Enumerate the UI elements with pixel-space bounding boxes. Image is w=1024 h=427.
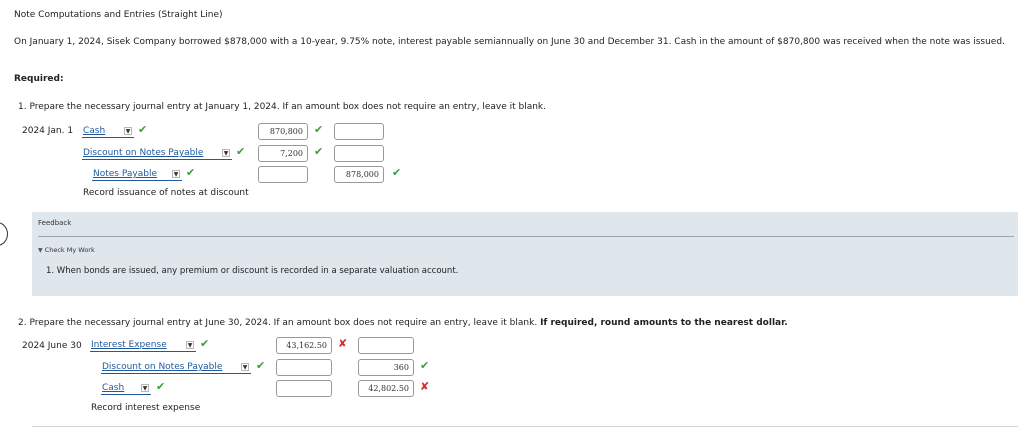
check-icon: ✔ [392, 166, 402, 179]
page-title: Note Computations and Entries (Straight … [14, 10, 223, 20]
q2-credit-3[interactable]: 42,802.50 [358, 380, 414, 397]
required-heading: Required: [14, 74, 64, 84]
feedback-divider [38, 236, 1014, 237]
q2-credit-2[interactable]: 360 [358, 359, 414, 376]
check-icon: ✔ [200, 337, 210, 350]
q1-date: 2024 Jan. 1 [22, 126, 74, 136]
check-icon: ✔ [236, 145, 246, 158]
check-icon: ✔ [314, 123, 324, 136]
q2-debit-3[interactable] [276, 380, 332, 397]
q2-account-select-3[interactable]: Cash ▼ [101, 382, 151, 395]
x-icon: ✘ [420, 380, 430, 393]
feedback-message: 1. When bonds are issued, any premium or… [46, 266, 459, 276]
q1-credit-3[interactable]: 878,000 [334, 166, 384, 183]
chevron-down-icon: ▼ [241, 363, 249, 371]
x-icon: ✘ [338, 337, 348, 350]
chevron-down-icon: ▼ [186, 341, 194, 349]
feedback-panel [32, 212, 1018, 296]
q1-account-select-1[interactable]: Cash ▼ [82, 125, 134, 138]
q1-account-select-2[interactable]: Discount on Notes Payable ▼ [82, 147, 232, 160]
q1-debit-1[interactable]: 870,800 [258, 123, 308, 140]
check-icon: ✔ [186, 166, 196, 179]
q1-entry-description: Record issuance of notes at discount [83, 188, 249, 198]
chevron-down-icon: ▼ [222, 149, 230, 157]
check-icon: ✔ [138, 123, 148, 136]
check-icon: ✔ [256, 359, 266, 372]
q1-credit-2[interactable] [334, 145, 384, 162]
q1-debit-3[interactable] [258, 166, 308, 183]
check-icon: ✔ [420, 359, 430, 372]
check-my-work-toggle[interactable]: ▼ Check My Work [38, 246, 95, 254]
chevron-down-icon: ▼ [124, 127, 132, 135]
q2-date: 2024 June 30 [22, 341, 82, 351]
q2-entry-description: Record interest expense [91, 403, 201, 413]
circle-icon [0, 222, 8, 246]
check-icon: ✔ [156, 380, 166, 393]
chevron-down-icon: ▼ [141, 384, 149, 392]
chevron-down-icon: ▼ [172, 170, 180, 178]
collapse-triangle-icon: ▼ [38, 247, 43, 254]
feedback-label: Feedback [38, 219, 72, 227]
q2-account-select-2[interactable]: Discount on Notes Payable ▼ [101, 361, 251, 374]
q2-account-select-1[interactable]: Interest Expense ▼ [90, 339, 196, 352]
q2-debit-2[interactable] [276, 359, 332, 376]
q2-debit-1[interactable]: 43,162.50 [276, 337, 332, 354]
question-2-prompt: 2. Prepare the necessary journal entry a… [18, 318, 788, 328]
check-icon: ✔ [314, 145, 324, 158]
question-1-prompt: 1. Prepare the necessary journal entry a… [18, 102, 546, 112]
problem-statement: On January 1, 2024, Sisek Company borrow… [14, 37, 1005, 47]
q1-debit-2[interactable]: 7,200 [258, 145, 308, 162]
q2-credit-1[interactable] [358, 337, 414, 354]
q1-credit-1[interactable] [334, 123, 384, 140]
q1-account-select-3[interactable]: Notes Payable ▼ [92, 168, 182, 181]
